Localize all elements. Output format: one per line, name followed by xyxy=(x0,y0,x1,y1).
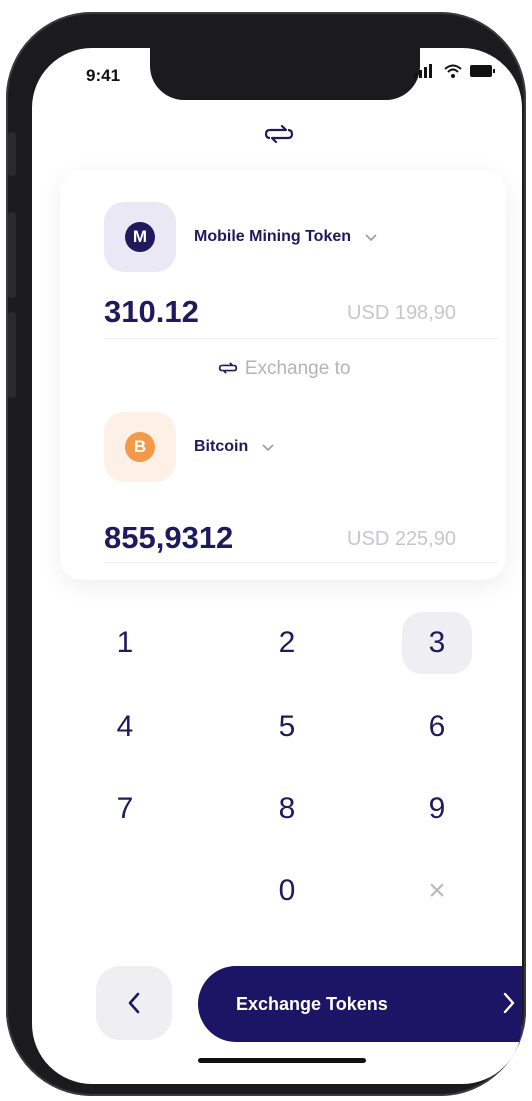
key-2[interactable]: 2 xyxy=(252,612,322,674)
exchange-to-row: Exchange to xyxy=(60,358,506,380)
home-indicator xyxy=(198,1058,366,1063)
to-token-name: Bitcoin xyxy=(194,438,249,455)
key-7[interactable]: 7 xyxy=(90,778,160,840)
chevron-down-icon xyxy=(365,230,377,245)
from-usd-value: USD 198,90 xyxy=(347,302,456,324)
from-token-icon-bg: M xyxy=(104,202,176,272)
exchange-to-label: Exchange to xyxy=(244,358,351,379)
phone-frame: 9:41 M Mobile Mining Token 310.12 USD 19… xyxy=(6,12,526,1096)
divider xyxy=(104,562,498,563)
to-token-icon-bg: B xyxy=(104,412,176,482)
notch xyxy=(150,48,420,100)
back-chevron-icon xyxy=(128,992,140,1014)
exchange-card: M Mobile Mining Token 310.12 USD 198,90 … xyxy=(60,170,506,580)
key-0[interactable]: 0 xyxy=(252,860,322,922)
mute-switch xyxy=(8,132,16,176)
key-6[interactable]: 6 xyxy=(402,696,472,758)
swap-icon xyxy=(218,362,237,374)
key-3[interactable]: 3 xyxy=(402,612,472,674)
mobile-mining-token-icon: M xyxy=(125,222,155,252)
volume-up-button xyxy=(8,212,16,298)
to-token-selector[interactable]: B Bitcoin xyxy=(104,412,274,482)
key-1[interactable]: 1 xyxy=(90,612,160,674)
volume-down-button xyxy=(8,312,16,398)
key-9[interactable]: 9 xyxy=(402,778,472,840)
delete-key[interactable]: × xyxy=(402,860,472,922)
status-time: 9:41 xyxy=(86,66,121,85)
from-amount[interactable]: 310.12 xyxy=(104,294,199,330)
from-token-name: Mobile Mining Token xyxy=(194,228,352,245)
bitcoin-icon: B xyxy=(125,432,155,462)
signal-icon xyxy=(414,64,432,78)
to-amount[interactable]: 855,9312 xyxy=(104,520,233,556)
divider xyxy=(104,338,498,339)
from-token-selector[interactable]: M Mobile Mining Token xyxy=(104,202,377,272)
screen: 9:41 M Mobile Mining Token 310.12 USD 19… xyxy=(32,48,522,1084)
back-button[interactable] xyxy=(96,966,172,1040)
forward-chevron-icon xyxy=(503,992,515,1014)
chevron-down-icon xyxy=(262,440,274,455)
exchange-tokens-label: Exchange Tokens xyxy=(236,993,388,1014)
exchange-tokens-button[interactable]: Exchange Tokens xyxy=(198,966,522,1042)
key-5[interactable]: 5 xyxy=(252,696,322,758)
key-8[interactable]: 8 xyxy=(252,778,322,840)
wifi-icon xyxy=(444,64,462,78)
status-icons xyxy=(414,64,496,78)
battery-icon xyxy=(470,65,495,77)
key-4[interactable]: 4 xyxy=(90,696,160,758)
swap-icon[interactable] xyxy=(262,120,296,148)
to-usd-value: USD 225,90 xyxy=(347,528,456,550)
